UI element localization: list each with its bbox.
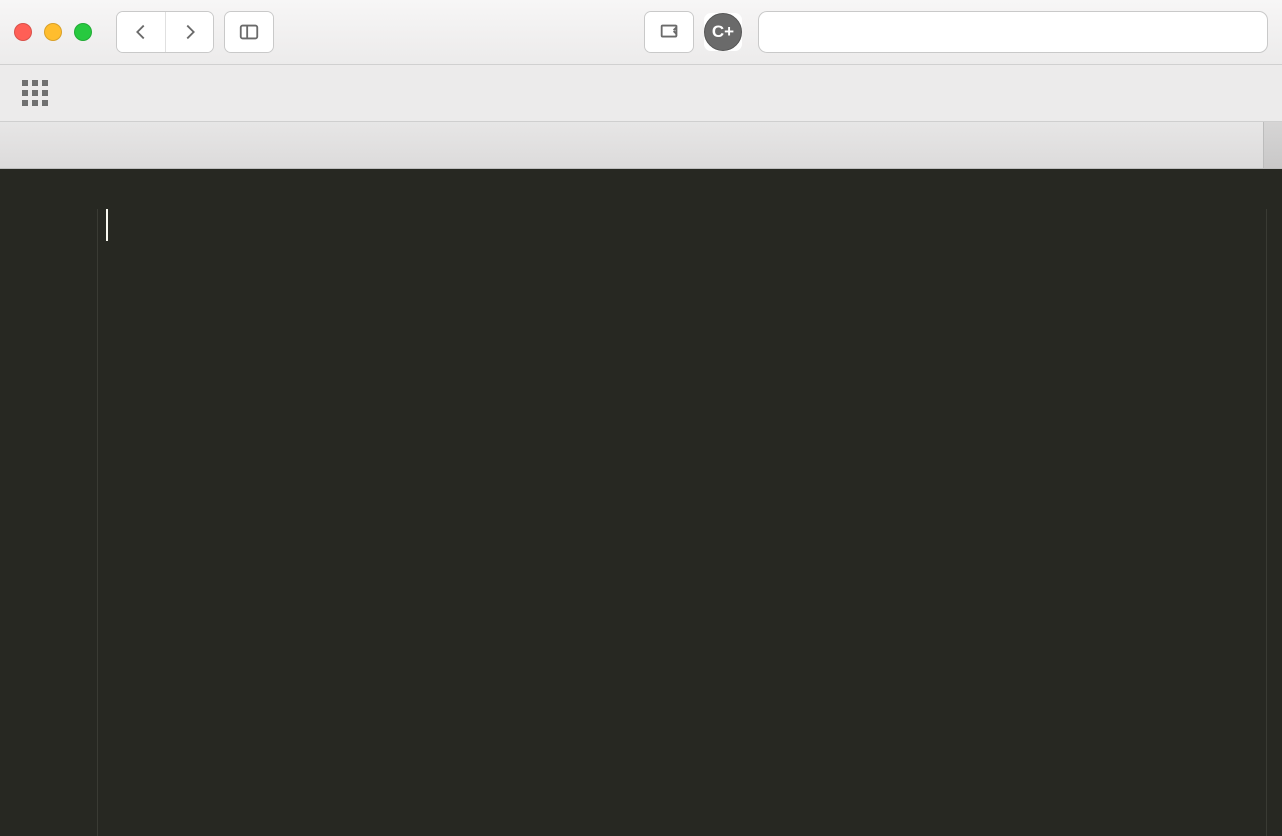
reader-button[interactable] bbox=[645, 12, 693, 52]
code-editor[interactable] bbox=[0, 209, 1282, 836]
back-button[interactable] bbox=[117, 12, 165, 52]
text-cursor bbox=[106, 209, 108, 241]
sidebar-icon bbox=[238, 21, 260, 43]
nav-buttons bbox=[116, 11, 214, 53]
minimize-window-button[interactable] bbox=[44, 23, 62, 41]
close-window-button[interactable] bbox=[14, 23, 32, 41]
editor-area bbox=[0, 169, 1282, 836]
page-heading bbox=[0, 169, 1282, 209]
zoom-window-button[interactable] bbox=[74, 23, 92, 41]
reader-icon bbox=[658, 21, 680, 43]
forward-button[interactable] bbox=[165, 12, 213, 52]
browser-toolbar: C+ bbox=[0, 0, 1282, 65]
tab-bar bbox=[0, 122, 1282, 169]
window-controls bbox=[14, 23, 92, 41]
bookmarks-bar bbox=[0, 65, 1282, 122]
sidebar-toggle-group bbox=[224, 11, 274, 53]
chevron-right-icon bbox=[179, 21, 201, 43]
apps-grid-icon[interactable] bbox=[22, 80, 48, 106]
chevron-left-icon bbox=[130, 21, 152, 43]
address-bar[interactable] bbox=[758, 11, 1268, 53]
sidebar-toggle-button[interactable] bbox=[225, 12, 273, 52]
reader-group bbox=[644, 11, 694, 53]
extension-group: C+ bbox=[704, 13, 742, 51]
extension-button[interactable]: C+ bbox=[704, 13, 742, 51]
right-side-panel[interactable] bbox=[1266, 209, 1282, 836]
code-content[interactable] bbox=[98, 209, 1282, 836]
extension-icon: C+ bbox=[712, 22, 734, 42]
line-gutter bbox=[0, 209, 98, 836]
